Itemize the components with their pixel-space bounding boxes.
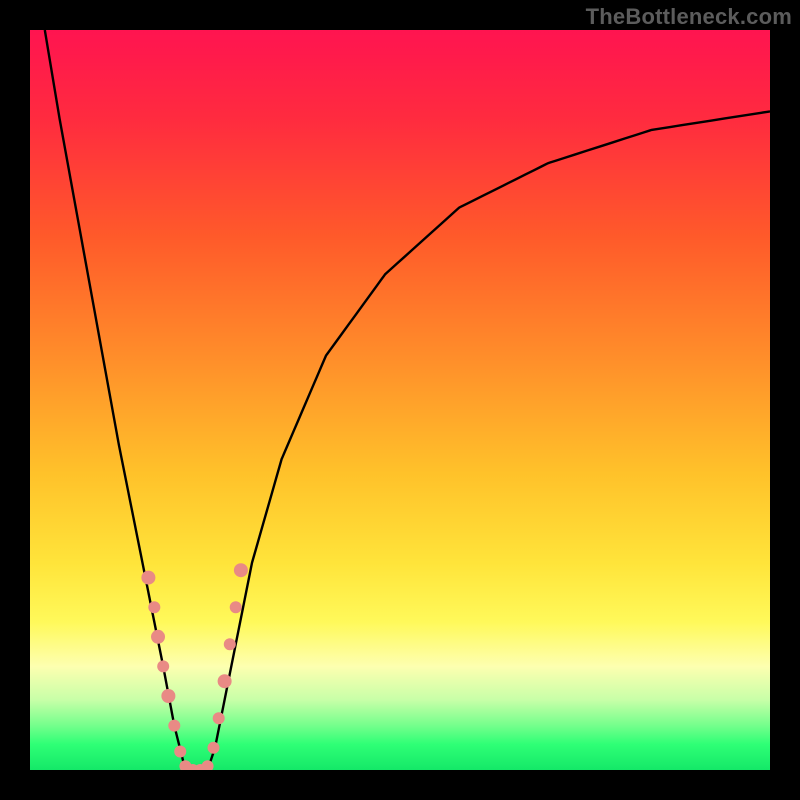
watermark-text: TheBottleneck.com [586,4,792,30]
chart-background [30,30,770,770]
data-marker [148,601,160,613]
chart-frame: TheBottleneck.com [0,0,800,800]
data-marker [230,601,242,613]
data-marker [224,638,236,650]
data-marker [151,630,165,644]
data-marker [141,571,155,585]
data-marker [168,720,180,732]
data-marker [157,660,169,672]
data-marker [218,674,232,688]
chart-svg [30,30,770,770]
data-marker [161,689,175,703]
data-marker [208,742,220,754]
data-marker [234,563,248,577]
data-marker [213,712,225,724]
data-marker [174,746,186,758]
plot-area [30,30,770,770]
